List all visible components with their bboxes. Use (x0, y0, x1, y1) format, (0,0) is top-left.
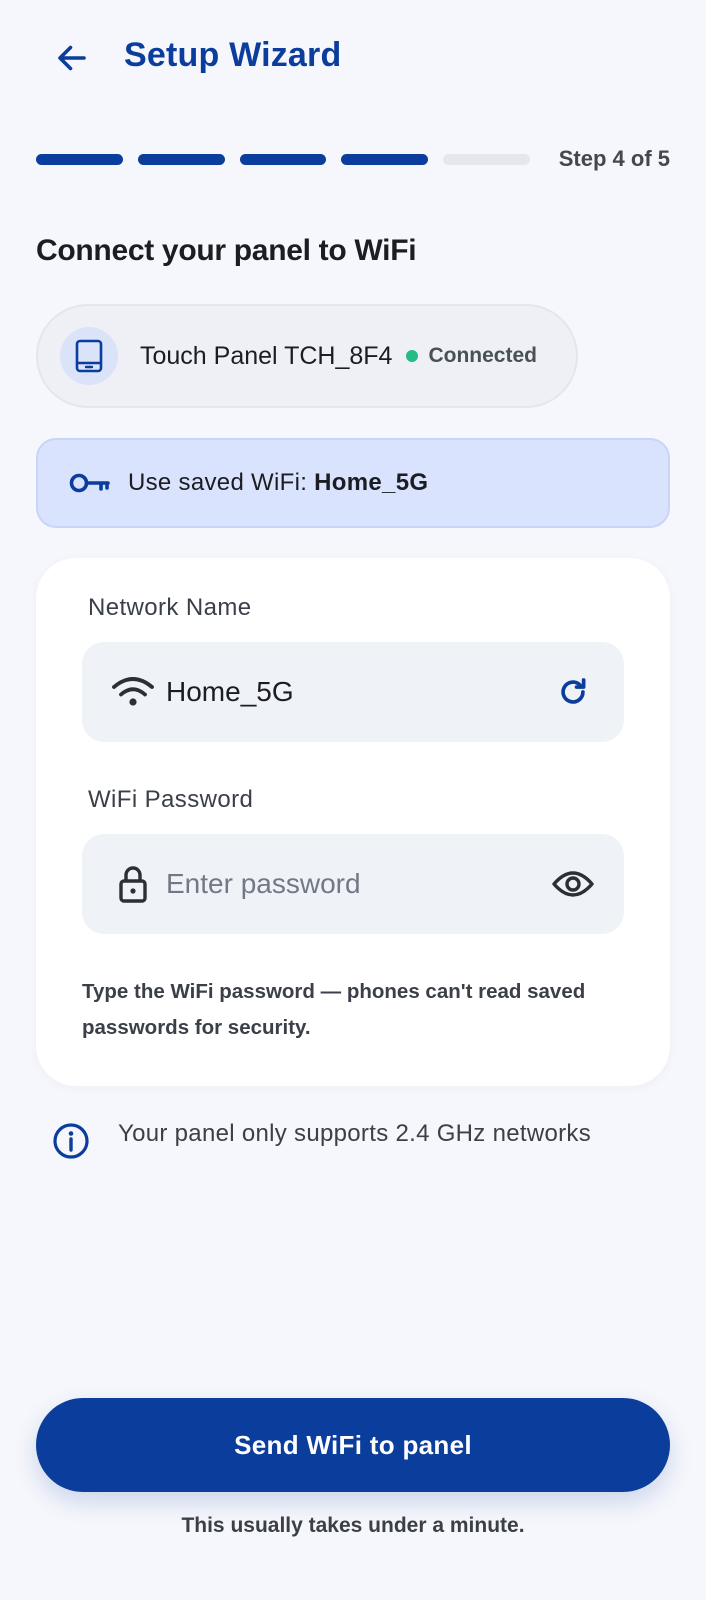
progress-segment-5 (443, 154, 530, 165)
device-icon-badge (60, 327, 118, 385)
network-name-value: Home_5G (166, 676, 294, 707)
page-title: Setup Wizard (124, 36, 342, 74)
arrow-left-icon (58, 45, 86, 71)
status-dot (406, 350, 419, 362)
lock-icon (110, 861, 156, 907)
duration-note: This usually takes under a minute. (181, 1514, 525, 1537)
password-hint: Type the WiFi password — phones can't re… (82, 980, 586, 1039)
app-header: Setup Wizard (0, 0, 706, 120)
send-wifi-button[interactable]: Send WiFi to panel (36, 1398, 670, 1492)
key-icon (68, 469, 112, 497)
eye-icon[interactable] (550, 861, 596, 907)
network-name-label: Network Name (88, 594, 252, 621)
step-progress-bar (36, 154, 530, 166)
connection-status: Connected (428, 344, 537, 367)
saved-wifi-network: Home_5G (314, 469, 429, 496)
device-status-chip: Touch Panel TCH_8F4 Connected (36, 304, 578, 408)
back-button[interactable] (48, 34, 96, 82)
progress-segment-3 (239, 154, 327, 165)
section-heading: Connect your panel to WiFi (36, 234, 417, 267)
progress-segment-4 (341, 154, 429, 165)
use-saved-wifi-button[interactable]: Use saved WiFi: Home_5G (36, 438, 670, 528)
device-name: Touch Panel TCH_8F4 (140, 341, 393, 370)
info-icon (52, 1122, 90, 1165)
progress-segment-1 (36, 154, 123, 165)
progress-segment-2 (137, 154, 225, 165)
password-input[interactable]: Enter password (166, 868, 550, 900)
saved-wifi-label: Use saved WiFi: Home_5G (128, 469, 429, 496)
wifi-password-label: WiFi Password (88, 786, 254, 813)
wifi-password-field[interactable]: Enter password (82, 834, 624, 934)
wifi-form-card: Network Name Home_5G WiFi Password Enter… (36, 558, 670, 1086)
refresh-icon[interactable] (550, 669, 596, 715)
frequency-notice: Your panel only supports 2.4 GHz network… (52, 1118, 672, 1168)
wifi-icon (110, 669, 156, 715)
tablet-icon (75, 339, 103, 373)
step-indicator: Step 4 of 5 (558, 146, 670, 171)
frequency-notice-text: Your panel only supports 2.4 GHz network… (118, 1120, 591, 1147)
network-name-field[interactable]: Home_5G (82, 642, 624, 742)
